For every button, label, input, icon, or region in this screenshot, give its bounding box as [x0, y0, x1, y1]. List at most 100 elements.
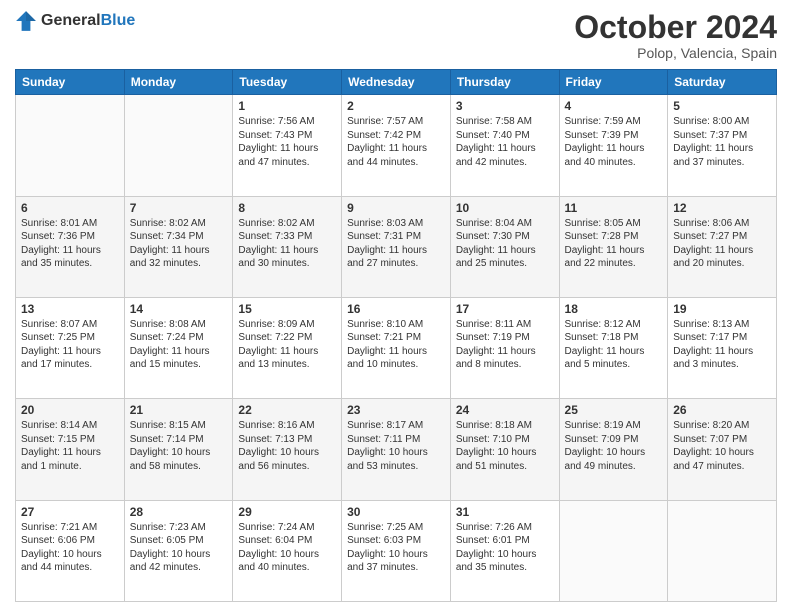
- day-number: 23: [347, 403, 445, 417]
- logo: GeneralBlue: [15, 10, 135, 32]
- day-number: 31: [456, 505, 554, 519]
- calendar-cell: 11 Sunrise: 8:05 AM Sunset: 7:28 PM Dayli…: [559, 196, 668, 297]
- day-number: 16: [347, 302, 445, 316]
- calendar-cell: 4 Sunrise: 7:59 AM Sunset: 7:39 PM Daylig…: [559, 95, 668, 196]
- day-info: Sunrise: 8:09 AM Sunset: 7:22 PM Dayligh…: [238, 318, 336, 372]
- day-info: Sunrise: 8:00 AM Sunset: 7:37 PM Dayligh…: [673, 115, 771, 169]
- day-info: Sunrise: 7:25 AM Sunset: 6:03 PM Dayligh…: [347, 521, 445, 575]
- weekday-header-saturday: Saturday: [668, 70, 777, 95]
- calendar-cell: 16Sunrise: 8:10 AM Sunset: 7:21 PM Dayli…: [342, 297, 451, 398]
- calendar-cell: 12 Sunrise: 8:06 AM Sunset: 7:27 PM Dayli…: [668, 196, 777, 297]
- calendar-cell: 21 Sunrise: 8:15 AM Sunset: 7:14 PM Dayli…: [124, 399, 233, 500]
- day-number: 10: [456, 201, 554, 215]
- weekday-header-row: SundayMondayTuesdayWednesdayThursdayFrid…: [16, 70, 777, 95]
- calendar-cell: [559, 500, 668, 601]
- day-info: Sunrise: 8:05 AM Sunset: 7:28 PM Dayligh…: [565, 217, 663, 271]
- day-info: Sunrise: 7:21 AM Sunset: 6:06 PM Dayligh…: [21, 521, 119, 575]
- day-number: 1: [238, 99, 336, 113]
- day-info: Sunrise: 7:57 AM Sunset: 7:42 PM Dayligh…: [347, 115, 445, 169]
- logo-icon: [15, 10, 37, 32]
- day-number: 20: [21, 403, 119, 417]
- day-info: Sunrise: 7:26 AM Sunset: 6:01 PM Dayligh…: [456, 521, 554, 575]
- day-info: Sunrise: 7:24 AM Sunset: 6:04 PM Dayligh…: [238, 521, 336, 575]
- weekday-header-sunday: Sunday: [16, 70, 125, 95]
- weekday-header-tuesday: Tuesday: [233, 70, 342, 95]
- weekday-header-thursday: Thursday: [450, 70, 559, 95]
- day-info: Sunrise: 7:59 AM Sunset: 7:39 PM Dayligh…: [565, 115, 663, 169]
- day-number: 21: [130, 403, 228, 417]
- calendar-cell: 19Sunrise: 8:13 AM Sunset: 7:17 PM Dayli…: [668, 297, 777, 398]
- day-info: Sunrise: 8:07 AM Sunset: 7:25 PM Dayligh…: [21, 318, 119, 372]
- calendar-cell: [16, 95, 125, 196]
- day-info: Sunrise: 8:03 AM Sunset: 7:31 PM Dayligh…: [347, 217, 445, 271]
- day-number: 30: [347, 505, 445, 519]
- day-number: 6: [21, 201, 119, 215]
- day-number: 9: [347, 201, 445, 215]
- calendar-cell: 15 Sunrise: 8:09 AM Sunset: 7:22 PM Dayli…: [233, 297, 342, 398]
- calendar-cell: 9 Sunrise: 8:03 AM Sunset: 7:31 PM Daylig…: [342, 196, 451, 297]
- calendar-cell: 23 Sunrise: 8:17 AM Sunset: 7:11 PM Dayli…: [342, 399, 451, 500]
- week-row-2: 6 Sunrise: 8:01 AM Sunset: 7:36 PM Daylig…: [16, 196, 777, 297]
- day-number: 4: [565, 99, 663, 113]
- week-row-4: 20 Sunrise: 8:14 AM Sunset: 7:15 PM Dayli…: [16, 399, 777, 500]
- calendar-cell: 30 Sunrise: 7:25 AM Sunset: 6:03 PM Dayli…: [342, 500, 451, 601]
- logo-general: General: [41, 12, 101, 29]
- day-number: 28: [130, 505, 228, 519]
- day-info: Sunrise: 8:17 AM Sunset: 7:11 PM Dayligh…: [347, 419, 445, 473]
- day-number: 13: [21, 302, 119, 316]
- title-block: October 2024 Polop, Valencia, Spain: [574, 10, 777, 61]
- weekday-header-friday: Friday: [559, 70, 668, 95]
- day-number: 14: [130, 302, 228, 316]
- calendar-cell: 31 Sunrise: 7:26 AM Sunset: 6:01 PM Dayli…: [450, 500, 559, 601]
- day-number: 2: [347, 99, 445, 113]
- day-info: Sunrise: 8:18 AM Sunset: 7:10 PM Dayligh…: [456, 419, 554, 473]
- location: Polop, Valencia, Spain: [574, 45, 777, 61]
- calendar-cell: 13 Sunrise: 8:07 AM Sunset: 7:25 PM Dayli…: [16, 297, 125, 398]
- calendar-cell: 27Sunrise: 7:21 AM Sunset: 6:06 PM Dayli…: [16, 500, 125, 601]
- calendar-cell: 6 Sunrise: 8:01 AM Sunset: 7:36 PM Daylig…: [16, 196, 125, 297]
- weekday-header-wednesday: Wednesday: [342, 70, 451, 95]
- calendar-cell: 17Sunrise: 8:11 AM Sunset: 7:19 PM Dayli…: [450, 297, 559, 398]
- calendar-cell: 3Sunrise: 7:58 AM Sunset: 7:40 PM Daylig…: [450, 95, 559, 196]
- calendar-cell: 28Sunrise: 7:23 AM Sunset: 6:05 PM Dayli…: [124, 500, 233, 601]
- day-info: Sunrise: 8:16 AM Sunset: 7:13 PM Dayligh…: [238, 419, 336, 473]
- day-number: 15: [238, 302, 336, 316]
- calendar-cell: [668, 500, 777, 601]
- day-info: Sunrise: 8:02 AM Sunset: 7:34 PM Dayligh…: [130, 217, 228, 271]
- weekday-header-monday: Monday: [124, 70, 233, 95]
- day-info: Sunrise: 8:08 AM Sunset: 7:24 PM Dayligh…: [130, 318, 228, 372]
- day-info: Sunrise: 8:14 AM Sunset: 7:15 PM Dayligh…: [21, 419, 119, 473]
- calendar-cell: 8Sunrise: 8:02 AM Sunset: 7:33 PM Daylig…: [233, 196, 342, 297]
- day-number: 7: [130, 201, 228, 215]
- day-number: 29: [238, 505, 336, 519]
- day-info: Sunrise: 8:06 AM Sunset: 7:27 PM Dayligh…: [673, 217, 771, 271]
- calendar-cell: 24 Sunrise: 8:18 AM Sunset: 7:10 PM Dayli…: [450, 399, 559, 500]
- logo-text: GeneralBlue: [41, 12, 135, 30]
- day-info: Sunrise: 8:20 AM Sunset: 7:07 PM Dayligh…: [673, 419, 771, 473]
- calendar-cell: 14 Sunrise: 8:08 AM Sunset: 7:24 PM Dayli…: [124, 297, 233, 398]
- week-row-5: 27Sunrise: 7:21 AM Sunset: 6:06 PM Dayli…: [16, 500, 777, 601]
- logo-blue: Blue: [101, 12, 136, 29]
- day-info: Sunrise: 8:11 AM Sunset: 7:19 PM Dayligh…: [456, 318, 554, 372]
- calendar-cell: 7 Sunrise: 8:02 AM Sunset: 7:34 PM Daylig…: [124, 196, 233, 297]
- day-number: 11: [565, 201, 663, 215]
- calendar-cell: 18Sunrise: 8:12 AM Sunset: 7:18 PM Dayli…: [559, 297, 668, 398]
- day-info: Sunrise: 8:15 AM Sunset: 7:14 PM Dayligh…: [130, 419, 228, 473]
- calendar-cell: 22 Sunrise: 8:16 AM Sunset: 7:13 PM Dayli…: [233, 399, 342, 500]
- calendar-cell: 26Sunrise: 8:20 AM Sunset: 7:07 PM Dayli…: [668, 399, 777, 500]
- day-info: Sunrise: 8:19 AM Sunset: 7:09 PM Dayligh…: [565, 419, 663, 473]
- page: GeneralBlue October 2024 Polop, Valencia…: [0, 0, 792, 612]
- day-number: 18: [565, 302, 663, 316]
- day-number: 5: [673, 99, 771, 113]
- day-info: Sunrise: 8:01 AM Sunset: 7:36 PM Dayligh…: [21, 217, 119, 271]
- calendar-cell: 25 Sunrise: 8:19 AM Sunset: 7:09 PM Dayli…: [559, 399, 668, 500]
- day-number: 22: [238, 403, 336, 417]
- day-info: Sunrise: 7:56 AM Sunset: 7:43 PM Dayligh…: [238, 115, 336, 169]
- calendar-cell: 20 Sunrise: 8:14 AM Sunset: 7:15 PM Dayli…: [16, 399, 125, 500]
- calendar-table: SundayMondayTuesdayWednesdayThursdayFrid…: [15, 69, 777, 602]
- day-info: Sunrise: 8:02 AM Sunset: 7:33 PM Dayligh…: [238, 217, 336, 271]
- day-number: 24: [456, 403, 554, 417]
- day-number: 25: [565, 403, 663, 417]
- day-number: 19: [673, 302, 771, 316]
- day-number: 12: [673, 201, 771, 215]
